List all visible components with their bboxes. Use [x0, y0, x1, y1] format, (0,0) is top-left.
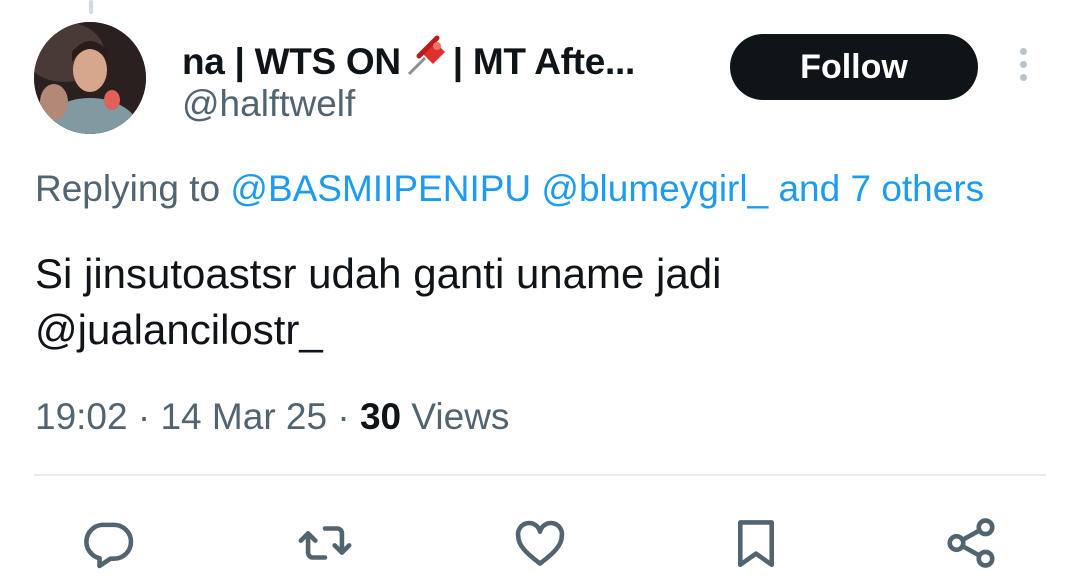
- share-icon[interactable]: [940, 512, 1002, 574]
- mention-others[interactable]: and 7 others: [778, 168, 984, 209]
- avatar[interactable]: [34, 22, 146, 134]
- thread-connector-line: [89, 0, 93, 14]
- avatar-photo: [34, 22, 146, 134]
- bookmark-icon[interactable]: [725, 512, 787, 574]
- follow-button[interactable]: Follow: [730, 34, 978, 100]
- tweet-time[interactable]: 19:02: [35, 396, 128, 437]
- like-icon[interactable]: [509, 512, 571, 574]
- reply-icon[interactable]: [77, 512, 139, 574]
- tweet-text: Si jinsutoastsr udah ganti uname jadi @j…: [35, 250, 722, 353]
- replying-to: Replying to @BASMIIPENIPU @blumeygirl_ a…: [35, 166, 984, 212]
- more-options-icon[interactable]: [1012, 48, 1034, 88]
- tweet-date[interactable]: 14 Mar 25: [160, 396, 327, 437]
- pushpin-icon: [403, 34, 451, 88]
- display-name[interactable]: na | WTS ON | MT Afte...: [182, 34, 635, 88]
- display-name-part2: | MT Afte...: [452, 41, 635, 82]
- user-handle[interactable]: @halftwelf: [182, 82, 355, 126]
- divider: [34, 474, 1046, 476]
- mention-blumeygirl[interactable]: @blumeygirl_: [541, 168, 768, 209]
- views-label: Views: [411, 396, 510, 437]
- retweet-icon[interactable]: [294, 512, 356, 574]
- replying-to-prefix: Replying to: [35, 168, 231, 209]
- display-name-part1: na | WTS ON: [182, 41, 401, 82]
- mention-basmiipenipu[interactable]: @BASMIIPENIPU: [230, 168, 531, 209]
- tweet-meta: 19:02 · 14 Mar 25 · 30 Views: [35, 396, 510, 437]
- views-count: 30: [359, 396, 402, 437]
